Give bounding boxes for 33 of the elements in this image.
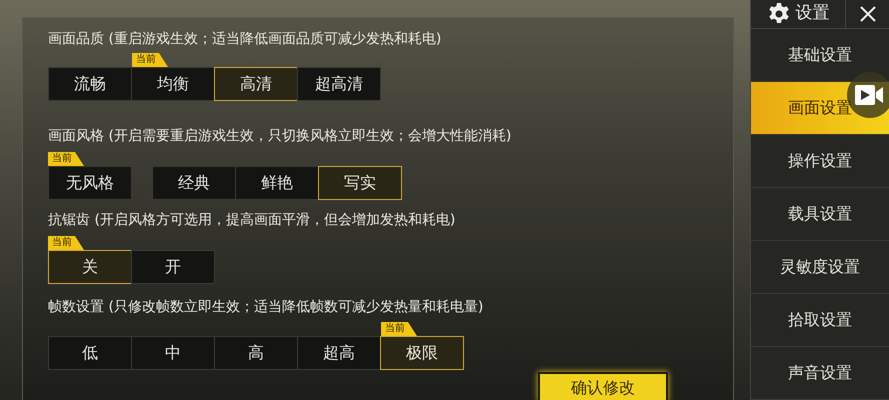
option-button[interactable]: 鲜艳 — [235, 166, 319, 200]
current-badge: 当前 — [48, 236, 84, 250]
option-button[interactable]: 低 — [48, 336, 132, 370]
option-button[interactable]: 超高清 — [297, 67, 381, 101]
option-button[interactable]: 开 — [131, 250, 215, 284]
option-button[interactable]: 均衡 — [131, 67, 215, 101]
sidebar-tab[interactable]: 拾取设置 — [751, 294, 889, 347]
section-title: 画面风格 (开启需要重启游戏生效，只切换风格立即生效；会增大性能消耗) — [48, 127, 512, 146]
option-button[interactable]: 高 — [214, 336, 298, 370]
section-title: 帧数设置 (只修改帧数立即生效；适当降低帧数可减少发热量和耗电量) — [48, 298, 484, 317]
option-button[interactable]: 无风格 — [48, 166, 132, 200]
confirm-button[interactable]: 确认修改 — [538, 372, 668, 400]
sidebar-tab[interactable]: 声音设置 — [751, 347, 889, 400]
option-button[interactable]: 高清 — [214, 67, 298, 101]
section-title: 画面品质 (重启游戏生效；适当降低画面品质可减少发热和耗电) — [48, 30, 442, 49]
video-camera-icon — [855, 84, 885, 106]
settings-title: 设置 — [796, 2, 830, 26]
option-button[interactable]: 经典 — [152, 166, 236, 200]
option-button[interactable]: 中 — [131, 336, 215, 370]
option-button[interactable]: 写实 — [318, 166, 402, 200]
sidebar-tab[interactable]: 灵敏度设置 — [751, 241, 889, 294]
close-icon — [858, 5, 876, 23]
section-title: 抗锯齿 (开启风格方可选用，提高画面平滑，但会增加发热和耗电) — [48, 211, 456, 230]
option-button[interactable]: 超高 — [297, 336, 381, 370]
settings-icon — [766, 2, 790, 26]
current-badge: 当前 — [132, 53, 168, 67]
option-button[interactable]: 极限 — [380, 336, 464, 370]
option-button[interactable]: 关 — [48, 250, 132, 284]
current-badge: 当前 — [48, 152, 84, 166]
current-badge: 当前 — [381, 322, 417, 336]
option-button[interactable]: 流畅 — [48, 67, 132, 101]
sidebar-tab[interactable]: 载具设置 — [751, 188, 889, 241]
sidebar-tab[interactable]: 操作设置 — [751, 135, 889, 188]
